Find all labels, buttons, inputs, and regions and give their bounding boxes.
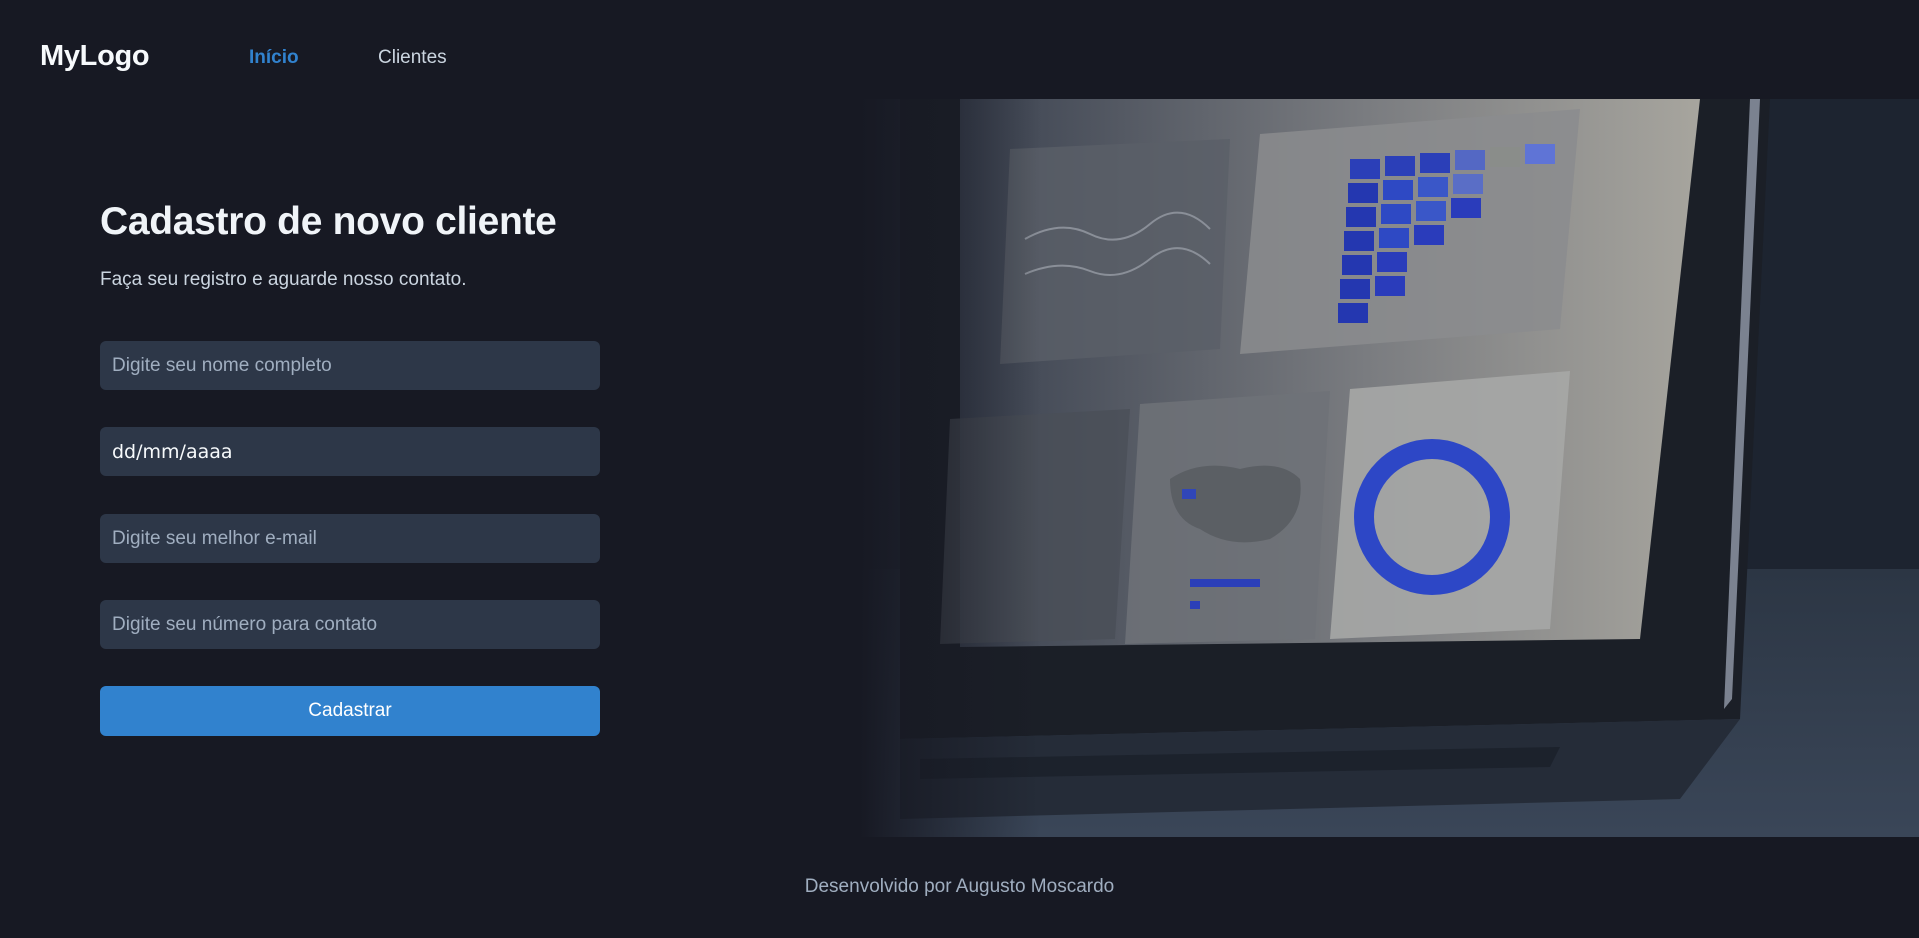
nav-link-inicio[interactable]: Início xyxy=(249,47,299,69)
submit-button[interactable]: Cadastrar xyxy=(100,686,600,736)
logo[interactable]: MyLogo xyxy=(40,40,150,73)
site-footer: Desenvolvido por Augusto Moscardo xyxy=(0,876,1919,898)
phone-input[interactable] xyxy=(100,600,600,649)
site-header: MyLogo Início Clientes xyxy=(0,0,1919,100)
full-name-input[interactable] xyxy=(100,341,600,390)
nav-link-clientes[interactable]: Clientes xyxy=(378,47,447,69)
hero-image xyxy=(860,99,1919,837)
registration-form: Cadastro de novo cliente Faça seu regist… xyxy=(100,196,600,736)
birth-date-input[interactable]: dd/mm/aaaa xyxy=(100,427,600,476)
form-fields: dd/mm/aaaa Cadastrar xyxy=(100,196,600,756)
date-input-value: dd/mm/aaaa xyxy=(112,440,233,463)
email-input[interactable] xyxy=(100,514,600,563)
footer-credit: Desenvolvido por Augusto Moscardo xyxy=(804,876,1115,897)
